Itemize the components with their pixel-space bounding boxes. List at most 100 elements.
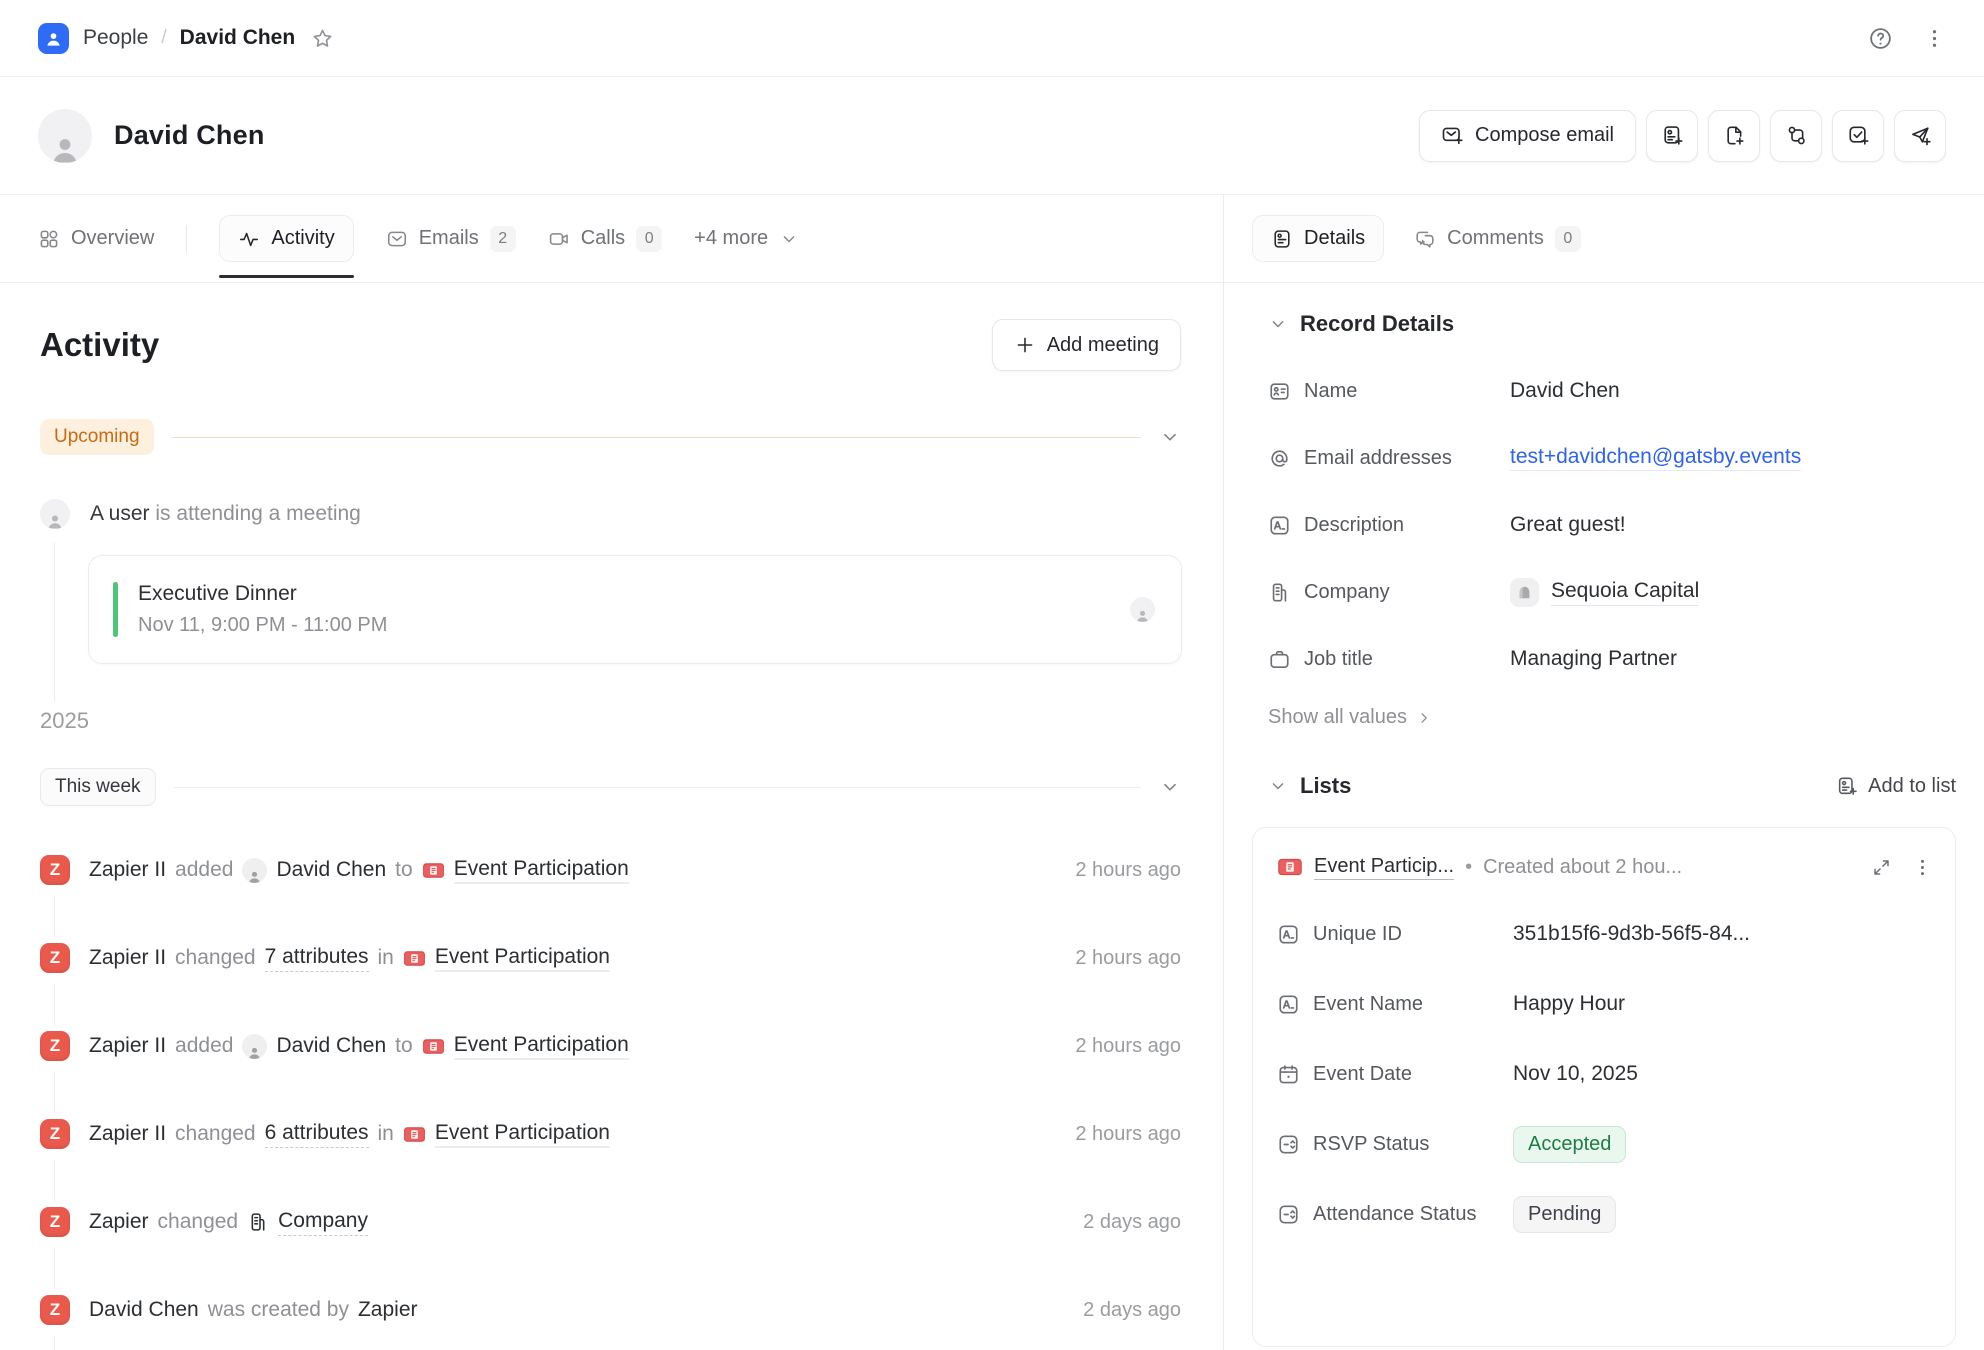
ticket-icon	[403, 947, 426, 970]
tab-badge: 0	[636, 226, 662, 252]
add-to-sequence-button[interactable]	[1894, 110, 1946, 162]
breadcrumb-object[interactable]: People	[83, 26, 148, 50]
name-icon	[1268, 380, 1291, 403]
workflow-button[interactable]	[1770, 110, 1822, 162]
email-link[interactable]: test+davidchen@gatsby.events	[1510, 445, 1801, 471]
tab-activity[interactable]: Activity	[219, 215, 353, 262]
show-all-values-link[interactable]: Show all values	[1268, 706, 1956, 729]
add-meeting-button[interactable]: Add meeting	[992, 319, 1181, 371]
ticket-icon	[1277, 854, 1303, 880]
tab-emails[interactable]: Emails2	[386, 226, 516, 252]
meeting-title: Executive Dinner	[138, 582, 387, 606]
tab-comments[interactable]: Comments 0	[1414, 226, 1581, 252]
record-details-title: Record Details	[1300, 311, 1454, 337]
ticket-icon	[403, 1123, 426, 1146]
chevron-down-icon[interactable]	[1159, 776, 1181, 798]
activity-word: changed	[175, 946, 256, 970]
activity-item: ZZapier IIaddedDavid ChentoEvent Partici…	[40, 1030, 1181, 1062]
side-panel: Details Comments 0 Record Details NameDavi…	[1224, 195, 1984, 1350]
add-contact-button[interactable]	[1646, 110, 1698, 162]
meeting-time: Nov 11, 9:00 PM - 11:00 PM	[138, 614, 387, 637]
field-value: David Chen	[1510, 379, 1956, 403]
field-row-name: NameDavid Chen	[1268, 371, 1956, 411]
add-note-button[interactable]	[1708, 110, 1760, 162]
chevron-right-icon	[1415, 709, 1433, 727]
this-week-badge: This week	[40, 768, 156, 806]
activity-link[interactable]: Event Participation	[454, 857, 629, 884]
activity-link[interactable]: Company	[278, 1209, 368, 1236]
upcoming-badge: Upcoming	[40, 419, 154, 455]
field-label-text: Job title	[1304, 648, 1373, 671]
activity-link[interactable]: 6 attributes	[265, 1121, 369, 1148]
activity-word: to	[395, 1034, 413, 1058]
add-to-list-button[interactable]: Add to list	[1836, 775, 1956, 798]
job-title-icon	[1268, 648, 1291, 671]
field-value-text: 351b15f6-9d3b-56f5-84...	[1513, 922, 1750, 946]
tab-calls[interactable]: Calls0	[548, 226, 662, 252]
activity-link[interactable]: Event Participation	[435, 945, 610, 972]
description-icon	[1268, 514, 1291, 537]
activity-word: changed	[158, 1210, 239, 1234]
activity-link[interactable]: Event Participation	[454, 1033, 629, 1060]
compose-email-button[interactable]: Compose email	[1419, 110, 1636, 162]
activity-link[interactable]: Event Participation	[435, 1121, 610, 1148]
kebab-icon[interactable]	[1912, 857, 1933, 878]
tab-badge: 0	[1555, 226, 1581, 252]
kebab-icon[interactable]	[1923, 27, 1946, 50]
meeting-card[interactable]: Executive Dinner Nov 11, 9:00 PM - 11:00…	[88, 555, 1182, 664]
tab-overview[interactable]: Overview	[38, 227, 154, 250]
field-row-event-name: Event NameHappy Hour	[1277, 984, 1933, 1024]
expand-icon[interactable]	[1871, 857, 1892, 878]
activity-word: David Chen	[276, 1034, 386, 1058]
bullet-separator: •	[1465, 856, 1472, 879]
meeting-color-bar	[113, 582, 118, 637]
field-row-event-date: Event DateNov 10, 2025	[1277, 1054, 1933, 1094]
field-value: 351b15f6-9d3b-56f5-84...	[1513, 922, 1933, 946]
list-name-link[interactable]: Event Particip...	[1314, 855, 1454, 880]
field-row-email-addresses: Email addressestest+davidchen@gatsby.eve…	[1268, 438, 1956, 478]
tab-label: Emails	[419, 227, 479, 250]
add-task-button[interactable]	[1832, 110, 1884, 162]
breadcrumb-record[interactable]: David Chen	[180, 26, 296, 50]
activity-timestamp: 2 hours ago	[1075, 1035, 1181, 1058]
activity-timestamp: 2 hours ago	[1075, 859, 1181, 882]
status-badge[interactable]: Pending	[1513, 1196, 1616, 1233]
field-value: Sequoia Capital	[1510, 578, 1956, 607]
activity-timestamp: 2 hours ago	[1075, 947, 1181, 970]
people-object-icon	[38, 23, 69, 54]
field-row-unique-id: Unique ID351b15f6-9d3b-56f5-84...	[1277, 914, 1933, 954]
activity-word: in	[378, 1122, 394, 1146]
tab-4-more[interactable]: +4 more	[694, 227, 799, 250]
activity-text: Zapier IIaddedDavid ChentoEvent Particip…	[89, 1033, 629, 1060]
activity-word: Zapier	[89, 1210, 149, 1234]
star-icon[interactable]	[311, 27, 334, 50]
field-label-text: Company	[1304, 581, 1390, 604]
tab-divider	[186, 225, 187, 253]
add-meeting-label: Add meeting	[1047, 334, 1159, 357]
tab-details[interactable]: Details	[1252, 215, 1384, 262]
record-details-header[interactable]: Record Details	[1268, 311, 1956, 337]
attending-row: A user is attending a meeting	[40, 499, 1181, 529]
status-badge[interactable]: Accepted	[1513, 1126, 1626, 1163]
chevron-down-icon[interactable]	[1159, 426, 1181, 448]
zapier-avatar: Z	[40, 1207, 70, 1237]
lists-header[interactable]: Lists Add to list	[1268, 773, 1956, 799]
top-bar: People / David Chen	[0, 0, 1984, 77]
tab-label: Activity	[271, 227, 334, 250]
field-value: Great guest!	[1510, 513, 1956, 537]
company-link[interactable]: Sequoia Capital	[1551, 579, 1699, 606]
chevron-down-icon	[1268, 776, 1288, 796]
activity-item: ZZapier IIchanged7 attributesinEvent Par…	[40, 942, 1181, 974]
activity-word: David Chen	[89, 1298, 199, 1322]
task-add-icon	[1847, 124, 1870, 147]
rsvp-status-icon	[1277, 1133, 1300, 1156]
record-avatar	[38, 109, 92, 163]
tab-label: Comments	[1447, 227, 1544, 250]
activity-item: ZZapierchangedCompany2 days ago	[40, 1206, 1181, 1238]
plus-icon	[1014, 334, 1036, 356]
field-row-job-title: Job titleManaging Partner	[1268, 639, 1956, 679]
help-icon[interactable]	[1868, 26, 1893, 51]
activity-link[interactable]: 7 attributes	[265, 945, 369, 972]
panel-tab-bar: Details Comments 0	[1224, 195, 1984, 283]
field-value: Pending	[1513, 1196, 1933, 1233]
